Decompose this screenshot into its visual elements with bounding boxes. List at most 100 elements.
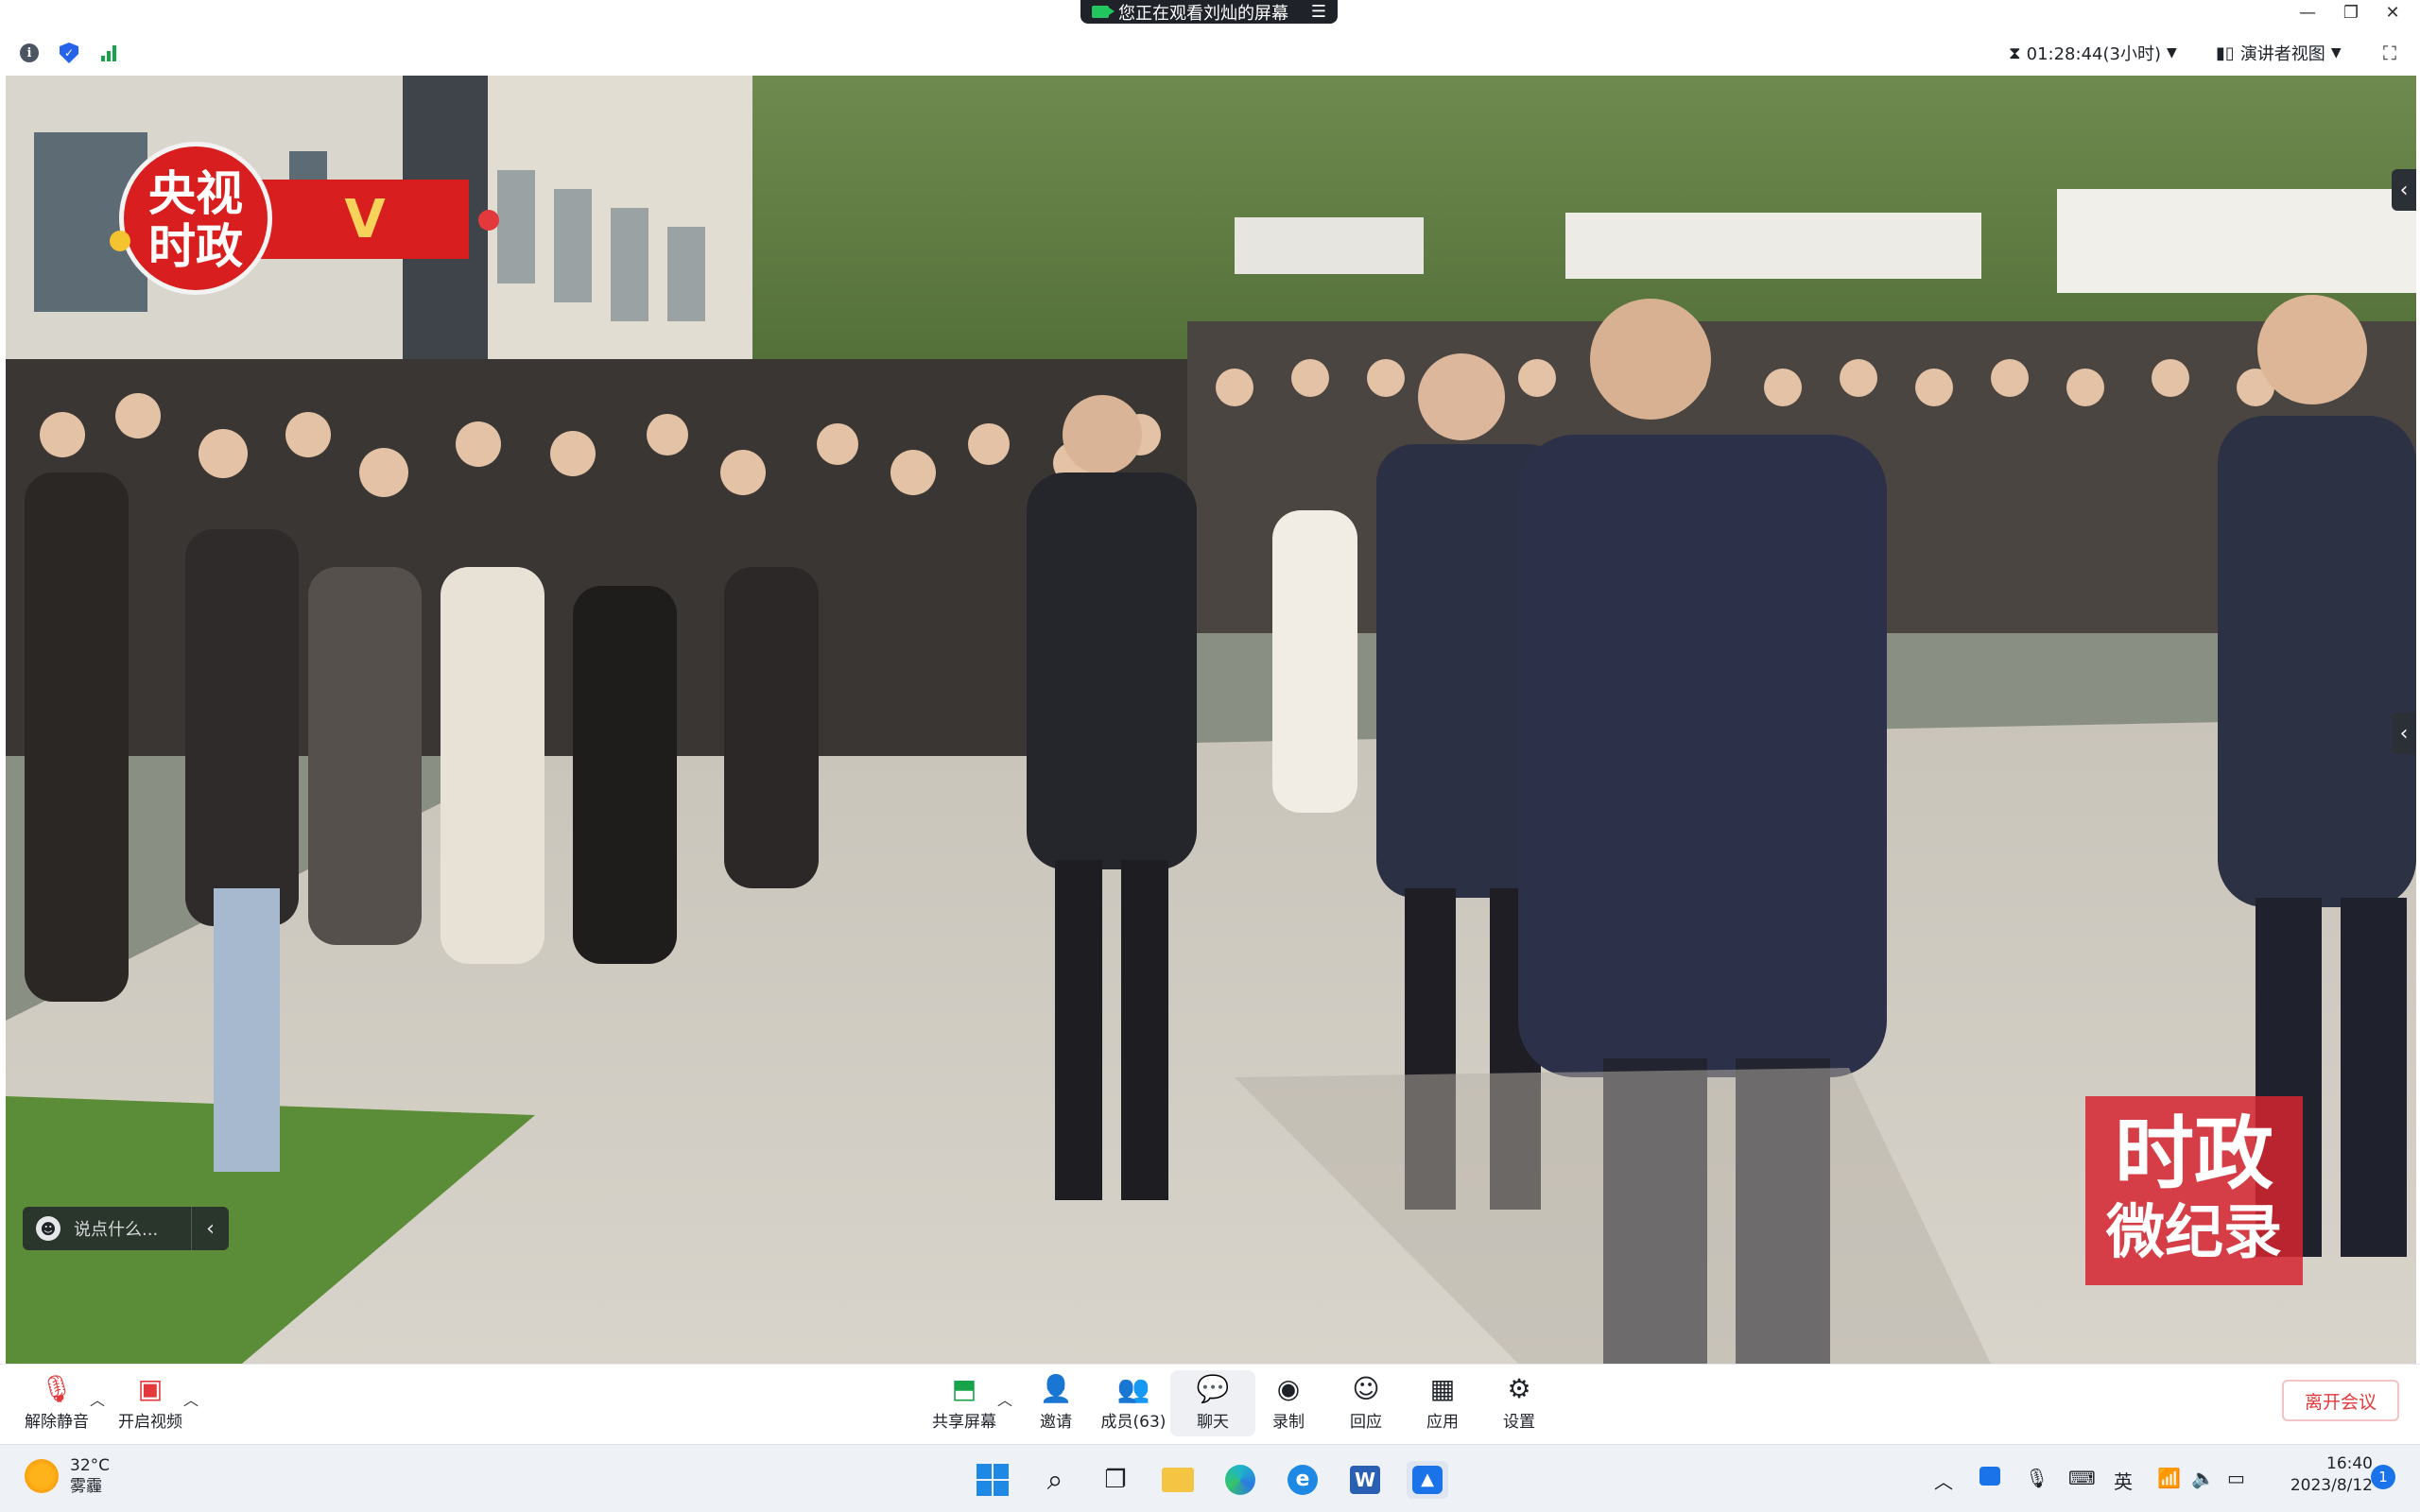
- share-screen-button[interactable]: ⬒ 共享屏幕: [922, 1370, 1007, 1436]
- start-video-button[interactable]: ▣ 开启视频: [108, 1370, 193, 1436]
- clock-date: 2023/8/12: [2290, 1476, 2373, 1495]
- layout-icon: ▮▯: [2216, 43, 2235, 63]
- word-button[interactable]: W: [1344, 1461, 1386, 1499]
- unmute-button[interactable]: 🎙 解除静音: [14, 1370, 99, 1436]
- unmute-label: 解除静音: [25, 1413, 89, 1432]
- gear-icon: ⚙: [1507, 1372, 1531, 1404]
- record-button[interactable]: ◉ 录制: [1246, 1370, 1331, 1436]
- fullscreen-button[interactable]: ⛶: [2378, 42, 2401, 64]
- cctv-logo-mark: V: [261, 180, 469, 259]
- share-screen-label: 共享屏幕: [932, 1413, 996, 1432]
- expand-sidebar-tab[interactable]: ‹: [2392, 713, 2416, 754]
- menu-icon[interactable]: ☰: [1311, 2, 1326, 22]
- windows-logo-icon: [977, 1464, 1009, 1496]
- cctv-logo-line1: 央视: [148, 166, 243, 221]
- apps-grid-icon: ▦: [1429, 1372, 1456, 1404]
- meeting-timer[interactable]: ⧗ 01:28:44(3小时) ▼: [2009, 40, 2177, 66]
- chat-label: 聊天: [1197, 1413, 1229, 1432]
- emoji-icon[interactable]: ☻: [36, 1216, 60, 1241]
- leave-meeting-button[interactable]: 离开会议: [2282, 1380, 2399, 1421]
- speaker-icon[interactable]: 🔈: [2191, 1467, 2215, 1489]
- minimize-button[interactable]: —: [2286, 0, 2329, 25]
- start-video-label: 开启视频: [118, 1413, 182, 1432]
- view-mode-label: 演讲者视图: [2239, 44, 2325, 64]
- camera-icon: [1092, 6, 1115, 18]
- logo-dot-red: [478, 210, 499, 231]
- weather-sun-icon: [25, 1459, 59, 1493]
- meeting-app-button[interactable]: ▲: [1407, 1461, 1448, 1499]
- reactions-button[interactable]: ☺ 回应: [1323, 1370, 1409, 1436]
- info-icon: i: [20, 43, 39, 62]
- windows-taskbar: [0, 1444, 2420, 1512]
- logo-dot-yellow: [110, 231, 130, 251]
- shield-icon: ✓: [60, 43, 78, 63]
- settings-label: 设置: [1503, 1413, 1535, 1432]
- members-icon: 👥: [1116, 1372, 1150, 1404]
- title-bar: 您正在观看刘灿的屏幕 ☰ — ❐ ✕: [0, 0, 2420, 25]
- network-quality-button[interactable]: [98, 43, 119, 63]
- meeting-tray-icon[interactable]: [1979, 1467, 2000, 1490]
- file-explorer-button[interactable]: [1157, 1461, 1199, 1499]
- video-options-caret[interactable]: ︿: [183, 1387, 199, 1410]
- series-line1: 时政: [2114, 1108, 2273, 1200]
- folder-icon: [1162, 1468, 1194, 1492]
- edge-browser-button[interactable]: [1219, 1461, 1261, 1499]
- signal-bars-icon: [101, 44, 116, 61]
- record-label: 录制: [1272, 1413, 1305, 1432]
- collapse-panel-tab[interactable]: ‹: [2392, 169, 2416, 211]
- view-mode-dropdown[interactable]: ▮▯ 演讲者视图 ▼: [2216, 40, 2342, 66]
- collapse-chat-button[interactable]: ‹: [191, 1207, 229, 1250]
- video-off-icon: ▣: [137, 1372, 164, 1404]
- members-button[interactable]: 👥 成员(63): [1091, 1370, 1176, 1436]
- share-screen-icon: ⬒: [951, 1372, 977, 1404]
- cctv-logo-circle: 央视 时政: [119, 142, 272, 295]
- apps-label: 应用: [1426, 1413, 1459, 1432]
- chevron-left-icon: ‹: [2399, 178, 2409, 202]
- weather-widget[interactable]: 32°C 雾霾: [25, 1455, 110, 1497]
- fullscreen-icon: ⛶: [2383, 42, 2396, 64]
- cctv-logo-line2: 时政: [148, 219, 243, 274]
- start-button[interactable]: [972, 1461, 1013, 1499]
- share-options-caret[interactable]: ︿: [997, 1387, 1012, 1410]
- screen-share-banner[interactable]: 您正在观看刘灿的屏幕 ☰: [1080, 0, 1338, 24]
- quick-chat-placeholder: 说点什么...: [74, 1220, 159, 1240]
- reaction-hand-icon: ☺: [1352, 1372, 1380, 1404]
- meeting-info-button[interactable]: i: [19, 43, 40, 63]
- clock-time: 16:40: [2326, 1454, 2373, 1473]
- microphone-muted-icon: 🎙: [40, 1372, 74, 1404]
- apps-button[interactable]: ▦ 应用: [1400, 1370, 1485, 1436]
- wifi-icon[interactable]: 📶: [2157, 1467, 2181, 1489]
- ie-browser-button[interactable]: e: [1282, 1461, 1323, 1499]
- security-button[interactable]: ✓: [59, 43, 79, 63]
- reactions-label: 回应: [1350, 1413, 1382, 1432]
- shared-screen-video: V 央视 时政 时政 微纪录 ‹ ‹ ☻ 说点什么... ‹: [6, 76, 2416, 1364]
- hourglass-icon: ⧗: [2009, 43, 2021, 63]
- audio-options-caret[interactable]: ︿: [90, 1387, 105, 1410]
- keyboard-icon[interactable]: ⌨: [2068, 1467, 2096, 1489]
- video-scene: [6, 76, 2416, 1364]
- chevron-down-icon: ▼: [2330, 45, 2342, 60]
- search-button[interactable]: ⌕: [1034, 1461, 1076, 1499]
- close-button[interactable]: ✕: [2371, 0, 2414, 25]
- weather-condition: 雾霾: [70, 1477, 102, 1496]
- battery-icon[interactable]: ▭: [2227, 1467, 2245, 1489]
- microphone-tray-icon[interactable]: 🎙: [2025, 1467, 2048, 1489]
- chevron-down-icon: ▼: [2166, 45, 2177, 60]
- chevron-left-icon: ‹: [2399, 721, 2409, 746]
- members-label: 成员(63): [1100, 1413, 1167, 1432]
- elapsed-time: 01:28:44(3小时): [2026, 44, 2161, 64]
- quick-chat-input[interactable]: ☻ 说点什么... ‹: [23, 1207, 229, 1250]
- task-view-button[interactable]: ❐: [1095, 1461, 1136, 1499]
- restore-button[interactable]: ❐: [2329, 0, 2373, 25]
- notification-badge[interactable]: 1: [2371, 1465, 2395, 1489]
- input-method-indicator[interactable]: 英: [2114, 1467, 2133, 1494]
- meeting-app-icon: ▲: [1412, 1466, 1443, 1494]
- settings-button[interactable]: ⚙ 设置: [1477, 1370, 1562, 1436]
- invite-button[interactable]: 👤 邀请: [1013, 1370, 1098, 1436]
- chat-button[interactable]: 💬 聊天: [1170, 1370, 1255, 1436]
- system-clock[interactable]: 16:40 2023/8/12: [2269, 1453, 2373, 1497]
- edge-icon: [1225, 1465, 1255, 1495]
- series-watermark: 时政 微纪录: [2085, 1096, 2303, 1285]
- show-hidden-icons-button[interactable]: ︿: [1934, 1467, 1953, 1494]
- meeting-app-icon: [1979, 1467, 2000, 1486]
